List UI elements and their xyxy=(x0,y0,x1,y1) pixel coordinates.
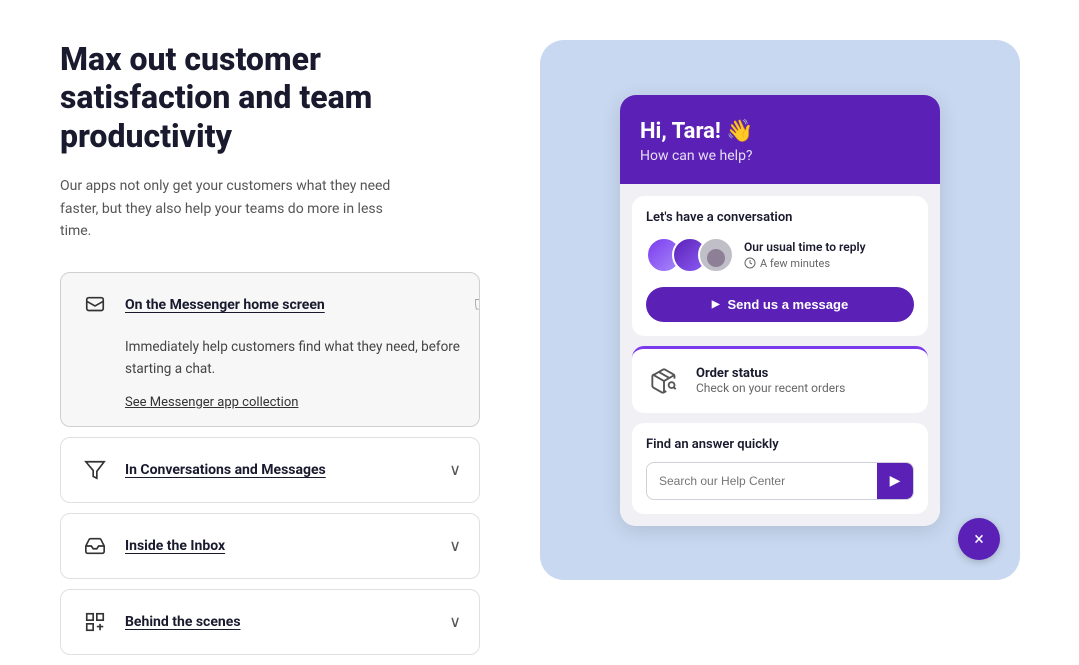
search-card-title: Find an answer quickly xyxy=(646,437,914,452)
order-subtitle: Check on your recent orders xyxy=(696,381,845,395)
chevron-down-icon-behind: ∨ xyxy=(449,612,461,631)
phone-card: Hi, Tara! 👋 How can we help? Let's have … xyxy=(620,95,940,526)
order-status-icon xyxy=(646,363,682,399)
close-button[interactable]: × xyxy=(958,518,1000,560)
send-message-button[interactable]: Send us a message xyxy=(646,287,914,322)
accordion-title-inbox: Inside the Inbox xyxy=(125,538,435,554)
order-title: Order status xyxy=(696,366,845,381)
accordion-title-messenger: On the Messenger home screen xyxy=(125,297,461,313)
phone-body: Let's have a conversation Our usual tim xyxy=(620,184,940,526)
grid-icon xyxy=(79,606,111,638)
accordion-content-text-messenger: Immediately help customers find what the… xyxy=(125,337,461,380)
accordion-item-messenger: On the Messenger home screen ☞ Immediate… xyxy=(60,272,480,426)
reply-time: A few minutes xyxy=(744,257,866,270)
search-input-row: ▶ xyxy=(646,462,914,500)
order-card[interactable]: Order status Check on your recent orders xyxy=(632,346,928,413)
search-card: Find an answer quickly ▶ xyxy=(632,423,928,514)
search-go-button[interactable]: ▶ xyxy=(877,463,913,499)
page-container: Max out customer satisfaction and team p… xyxy=(0,0,1079,632)
cursor-pointer-icon: ☞ xyxy=(473,293,480,318)
avatar-group xyxy=(646,237,734,273)
chat-avatars: Our usual time to reply A few minutes xyxy=(646,237,914,273)
accordion-item-inbox: Inside the Inbox ∨ xyxy=(60,513,480,579)
phone-subgreeting: How can we help? xyxy=(640,148,920,164)
messenger-collection-link[interactable]: See Messenger app collection xyxy=(125,395,298,410)
chevron-down-icon-conversations: ∨ xyxy=(449,460,461,479)
clock-icon xyxy=(744,257,756,269)
conversations-icon xyxy=(79,454,111,486)
messenger-icon xyxy=(79,289,111,321)
chat-card: Let's have a conversation Our usual tim xyxy=(632,196,928,336)
accordion-title-conversations: In Conversations and Messages xyxy=(125,462,435,478)
accordion-header-inbox[interactable]: Inside the Inbox ∨ xyxy=(61,514,479,578)
inbox-icon xyxy=(79,530,111,562)
left-panel: Max out customer satisfaction and team p… xyxy=(60,40,480,665)
reply-info: Our usual time to reply A few minutes xyxy=(744,240,866,270)
accordion-header-behind[interactable]: Behind the scenes ∨ xyxy=(61,590,479,654)
accordion-item-conversations: In Conversations and Messages ∨ xyxy=(60,437,480,503)
accordion-header-messenger[interactable]: On the Messenger home screen ☞ xyxy=(61,273,479,337)
avatar-3 xyxy=(698,237,734,273)
chevron-down-icon-inbox: ∨ xyxy=(449,536,461,555)
search-input[interactable] xyxy=(647,465,877,497)
accordion-list: On the Messenger home screen ☞ Immediate… xyxy=(60,272,480,664)
order-text: Order status Check on your recent orders xyxy=(696,366,845,395)
accordion-header-conversations[interactable]: In Conversations and Messages ∨ xyxy=(61,438,479,502)
sub-text: Our apps not only get your customers wha… xyxy=(60,175,400,242)
phone-background: Hi, Tara! 👋 How can we help? Let's have … xyxy=(540,40,1020,580)
main-heading: Max out customer satisfaction and team p… xyxy=(60,40,480,155)
reply-label: Our usual time to reply xyxy=(744,240,866,254)
phone-header: Hi, Tara! 👋 How can we help? xyxy=(620,95,940,184)
accordion-item-behind: Behind the scenes ∨ xyxy=(60,589,480,655)
accordion-title-behind: Behind the scenes xyxy=(125,614,435,630)
chat-card-title: Let's have a conversation xyxy=(646,210,914,225)
right-panel: Hi, Tara! 👋 How can we help? Let's have … xyxy=(540,40,1020,580)
phone-greeting: Hi, Tara! 👋 xyxy=(640,119,920,144)
accordion-content-messenger: Immediately help customers find what the… xyxy=(61,337,479,425)
